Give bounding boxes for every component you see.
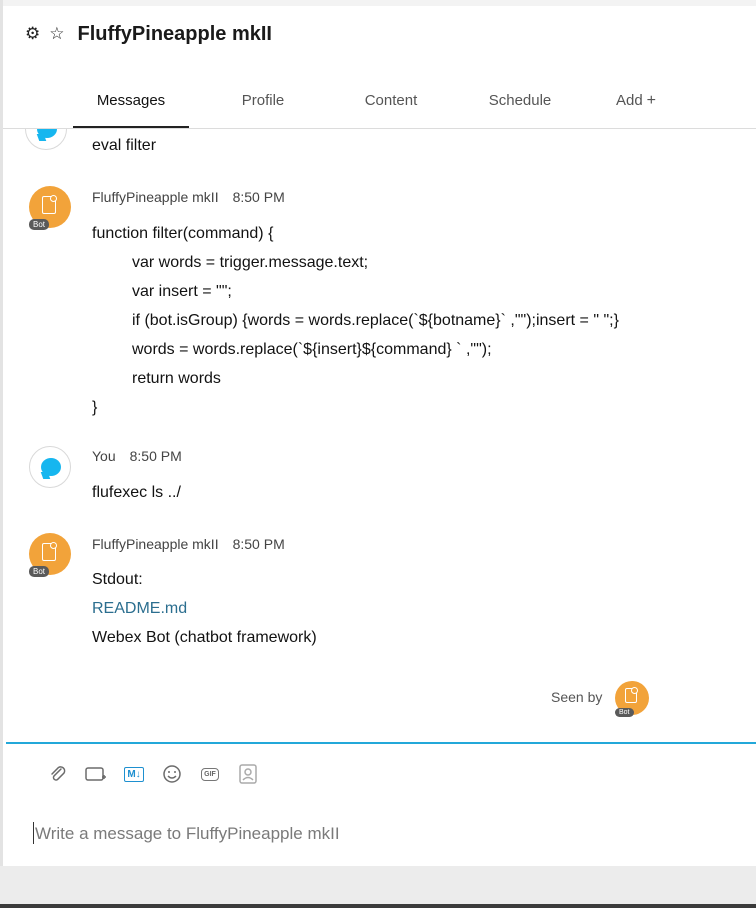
- seen-by-avatar[interactable]: Bot: [615, 681, 649, 717]
- chat-bubble-icon: [41, 458, 61, 476]
- code-line: var insert = "";: [132, 283, 232, 300]
- emoji-icon[interactable]: [161, 763, 183, 785]
- message-text: Stdout:: [92, 571, 143, 588]
- message-time: 8:50 PM: [232, 189, 285, 205]
- tab-content[interactable]: Content: [351, 86, 431, 126]
- markdown-glyph: M↓: [124, 766, 144, 782]
- space-header: ⚙ ☆ FluffyPineapple mkII Messages Profil…: [3, 0, 756, 129]
- tab-label: Profile: [241, 92, 285, 109]
- code-line: }: [92, 399, 98, 416]
- markdown-icon[interactable]: M↓: [123, 763, 145, 785]
- message-meta: You 8:50 PM: [92, 448, 182, 464]
- message-time: 8:50 PM: [129, 448, 182, 464]
- tab-label: Messages: [96, 92, 166, 109]
- bot-avatar[interactable]: Bot: [29, 533, 71, 577]
- message-text: Webex Bot (chatbot framework): [92, 629, 317, 646]
- gear-icon[interactable]: ⚙: [25, 24, 40, 44]
- message-input[interactable]: [33, 820, 737, 848]
- composer-toolbar: M↓ GIF: [47, 762, 275, 786]
- composer-divider: [6, 742, 756, 744]
- message-text: flufexec ls ../: [92, 484, 181, 501]
- code-line: if (bot.isGroup) {words = words.replace(…: [132, 312, 619, 329]
- space-title: FluffyPineapple mkII: [77, 22, 272, 45]
- tab-profile[interactable]: Profile: [223, 86, 303, 126]
- bot-avatar[interactable]: Bot: [29, 186, 71, 230]
- bot-badge: Bot: [29, 566, 50, 577]
- tab-messages[interactable]: Messages: [73, 86, 189, 128]
- bot-document-icon: [625, 687, 638, 703]
- star-icon[interactable]: ☆: [49, 24, 64, 44]
- sender-name: FluffyPineapple mkII: [92, 189, 219, 205]
- avatar-you[interactable]: [29, 446, 71, 488]
- message-text: eval filter: [92, 137, 157, 154]
- message-meta: FluffyPineapple mkII 8:50 PM: [92, 189, 285, 205]
- gif-icon[interactable]: GIF: [199, 763, 221, 785]
- code-line: words = words.replace(`${insert}${comman…: [132, 341, 492, 358]
- code-line: function filter(command) {: [92, 225, 274, 242]
- screen-capture-icon[interactable]: [85, 763, 107, 785]
- tab-add[interactable]: Add +: [605, 86, 667, 126]
- seen-by-label: Seen by: [551, 689, 603, 705]
- message-time: 8:50 PM: [232, 536, 285, 552]
- tab-label: Add: [615, 92, 643, 109]
- whiteboard-icon[interactable]: [237, 763, 259, 785]
- window-bottom-edge: [0, 904, 756, 908]
- bot-badge: Bot: [615, 708, 634, 717]
- bot-document-icon: [42, 195, 57, 214]
- tab-label: Content: [364, 92, 418, 109]
- tab-label: Schedule: [488, 92, 552, 109]
- chat-panel: ⚙ ☆ FluffyPineapple mkII Messages Profil…: [0, 0, 756, 866]
- top-strip: [3, 0, 756, 6]
- readme-link[interactable]: README.md: [92, 600, 187, 618]
- plus-icon: +: [646, 92, 657, 109]
- title-row: ⚙ ☆ FluffyPineapple mkII: [25, 21, 272, 47]
- text-caret: [33, 822, 34, 844]
- gif-glyph: GIF: [201, 767, 219, 781]
- sender-name: You: [92, 448, 116, 464]
- bot-badge: Bot: [29, 219, 50, 230]
- code-line: return words: [132, 370, 221, 387]
- bot-document-icon: [42, 542, 57, 561]
- tab-schedule[interactable]: Schedule: [478, 86, 562, 126]
- message-meta: FluffyPineapple mkII 8:50 PM: [92, 536, 285, 552]
- sender-name: FluffyPineapple mkII: [92, 536, 219, 552]
- paperclip-icon[interactable]: [47, 763, 69, 785]
- code-line: var words = trigger.message.text;: [132, 254, 369, 271]
